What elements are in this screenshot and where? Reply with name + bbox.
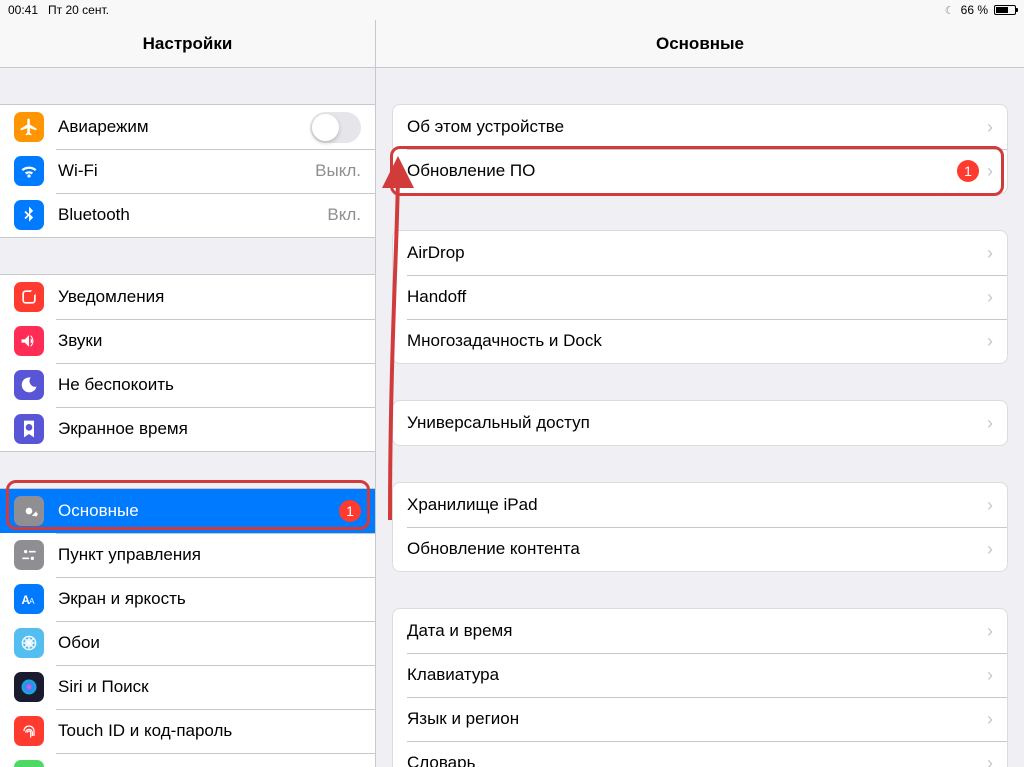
detail-item-datetime[interactable]: Дата и время› [393, 609, 1007, 653]
badge: 1 [957, 160, 979, 182]
chevron-right-icon: › [987, 621, 993, 642]
sidebar-item-general[interactable]: Основные1 [0, 489, 375, 533]
airplane-toggle[interactable] [310, 112, 361, 143]
bluetooth-icon [14, 200, 44, 230]
status-bar: 00:41 Пт 20 сент. ☾ 66 % [0, 0, 1024, 20]
dnd-moon-icon: ☾ [945, 4, 955, 17]
badge: 1 [339, 500, 361, 522]
sidebar-item-display[interactable]: AA Экран и яркость [0, 577, 375, 621]
chevron-right-icon: › [987, 709, 993, 730]
detail-item-label: Универсальный доступ [407, 413, 987, 433]
sidebar-item-notifications[interactable]: Уведомления [0, 275, 375, 319]
detail-item-label: Handoff [407, 287, 987, 307]
detail-item-label: Обновление контента [407, 539, 987, 559]
chevron-right-icon: › [987, 539, 993, 560]
chevron-right-icon: › [987, 117, 993, 138]
detail-item-refresh[interactable]: Обновление контента› [393, 527, 1007, 571]
sidebar-item-label: Bluetooth [58, 205, 327, 225]
sounds-icon [14, 326, 44, 356]
screentime-icon [14, 414, 44, 444]
siri-icon [14, 672, 44, 702]
sidebar-item-sounds[interactable]: Звуки [0, 319, 375, 363]
sidebar-item-label: Авиарежим [58, 117, 310, 137]
sidebar-item-wifi[interactable]: Wi-FiВыкл. [0, 149, 375, 193]
detail-item-label: Хранилище iPad [407, 495, 987, 515]
dnd-icon [14, 370, 44, 400]
svg-text:A: A [29, 596, 35, 606]
detail-item-dict[interactable]: Словарь› [393, 741, 1007, 767]
detail-pane[interactable]: Об этом устройстве›Обновление ПО1›AirDro… [376, 68, 1024, 767]
sidebar-item-label: Уведомления [58, 287, 375, 307]
chevron-right-icon: › [987, 753, 993, 767]
detail-item-label: Обновление ПО [407, 161, 957, 181]
sidebar-item-label: Пункт управления [58, 545, 375, 565]
sidebar-item-label: Wi-Fi [58, 161, 315, 181]
detail-item-label: Многозадачность и Dock [407, 331, 987, 351]
chevron-right-icon: › [987, 243, 993, 264]
detail-item-storage[interactable]: Хранилище iPad› [393, 483, 1007, 527]
sidebar-item-label: Touch ID и код-пароль [58, 721, 375, 741]
airplane-icon [14, 112, 44, 142]
detail-item-label: AirDrop [407, 243, 987, 263]
detail-item-multitask[interactable]: Многозадачность и Dock› [393, 319, 1007, 363]
sidebar-item-wallpaper[interactable]: Обои [0, 621, 375, 665]
sidebar-item-label: Основные [58, 501, 339, 521]
sidebar-item-label: Не беспокоить [58, 375, 375, 395]
sidebar-item-label: Siri и Поиск [58, 677, 375, 697]
detail-item-update[interactable]: Обновление ПО1 › [393, 149, 1007, 193]
sidebar-item-dnd[interactable]: Не беспокоить [0, 363, 375, 407]
sidebar-item-battery[interactable]: Аккумулятор [0, 753, 375, 767]
detail-item-label: Клавиатура [407, 665, 987, 685]
battery-icon [14, 760, 44, 767]
detail-item-about[interactable]: Об этом устройстве› [393, 105, 1007, 149]
detail-item-keyboard[interactable]: Клавиатура› [393, 653, 1007, 697]
sidebar-item-value: Вкл. [327, 205, 361, 225]
sidebar-item-label: Экран и яркость [58, 589, 375, 609]
notifications-icon [14, 282, 44, 312]
sidebar-item-siri[interactable]: Siri и Поиск [0, 665, 375, 709]
detail-item-label: Об этом устройстве [407, 117, 987, 137]
detail-item-lang[interactable]: Язык и регион› [393, 697, 1007, 741]
chevron-right-icon: › [987, 161, 993, 182]
detail-item-label: Язык и регион [407, 709, 987, 729]
sidebar-item-label: Экранное время [58, 419, 375, 439]
detail-item-accessibility[interactable]: Универсальный доступ› [393, 401, 1007, 445]
sidebar-item-control[interactable]: Пункт управления [0, 533, 375, 577]
general-icon [14, 496, 44, 526]
detail-item-label: Дата и время [407, 621, 987, 641]
detail-item-label: Словарь [407, 753, 987, 767]
display-icon: AA [14, 584, 44, 614]
sidebar-item-label: Обои [58, 633, 375, 653]
sidebar-item-airplane[interactable]: Авиарежим [0, 105, 375, 149]
sidebar-item-value: Выкл. [315, 161, 361, 181]
control-icon [14, 540, 44, 570]
battery-icon [994, 5, 1016, 15]
sidebar-item-bluetooth[interactable]: BluetoothВкл. [0, 193, 375, 237]
wallpaper-icon [14, 628, 44, 658]
detail-item-handoff[interactable]: Handoff› [393, 275, 1007, 319]
sidebar[interactable]: АвиарежимWi-FiВыкл.BluetoothВкл.Уведомле… [0, 68, 376, 767]
chevron-right-icon: › [987, 287, 993, 308]
status-time: 00:41 [8, 3, 38, 17]
sidebar-item-touchid[interactable]: Touch ID и код-пароль [0, 709, 375, 753]
status-date: Пт 20 сент. [48, 3, 109, 17]
sidebar-item-screentime[interactable]: Экранное время [0, 407, 375, 451]
wifi-icon [14, 156, 44, 186]
sidebar-title: Настройки [0, 20, 376, 67]
detail-item-airdrop[interactable]: AirDrop› [393, 231, 1007, 275]
detail-title: Основные [376, 20, 1024, 67]
chevron-right-icon: › [987, 665, 993, 686]
chevron-right-icon: › [987, 413, 993, 434]
chevron-right-icon: › [987, 331, 993, 352]
sidebar-item-label: Звуки [58, 331, 375, 351]
chevron-right-icon: › [987, 495, 993, 516]
touchid-icon [14, 716, 44, 746]
battery-percent: 66 % [961, 3, 988, 17]
